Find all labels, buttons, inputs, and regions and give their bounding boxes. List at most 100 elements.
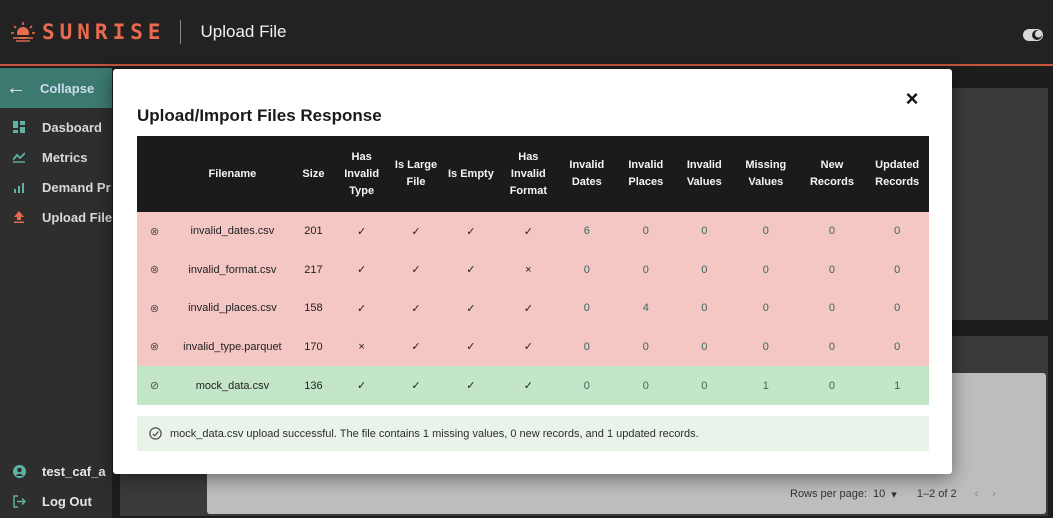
- table-header-row: Filename Size Has Invalid Type Is Large …: [137, 136, 929, 212]
- check-icon: ✓: [442, 212, 500, 251]
- invalid-values-cell: 0: [675, 327, 733, 366]
- size-cell: 136: [292, 366, 334, 405]
- table-row[interactable]: ⊗ invalid_type.parquet 170 × ✓ ✓ ✓ 0 0 0…: [137, 327, 929, 366]
- arrow-left-icon: ←: [6, 76, 26, 99]
- sidebar-item-label: Demand Pr: [42, 179, 111, 195]
- success-message: mock_data.csv upload successful. The fil…: [137, 416, 929, 451]
- dashboard-icon: [12, 120, 26, 134]
- success-status-icon: ⊘: [149, 380, 160, 392]
- missing-values-cell: 0: [732, 212, 799, 251]
- column-header[interactable]: Invalid Values: [675, 136, 733, 212]
- prev-page-icon[interactable]: ‹: [975, 488, 979, 500]
- error-status-icon: ⊗: [149, 302, 160, 315]
- column-header: [137, 136, 172, 212]
- check-icon: ✓: [499, 212, 558, 251]
- pagination: Rows per page: 10 ▾ 1–2 of 2 ‹ ›: [790, 484, 1040, 504]
- updated-records-cell: 0: [865, 212, 929, 251]
- column-header[interactable]: Updated Records: [865, 136, 929, 212]
- table-row[interactable]: ⊗ invalid_format.csv 217 ✓ ✓ ✓ × 0 0 0 0…: [137, 250, 929, 289]
- invalid-dates-cell: 0: [557, 366, 617, 405]
- sidebar-item-label: Dasboard: [42, 119, 102, 135]
- new-records-cell: 0: [798, 327, 866, 366]
- sidebar-item-user[interactable]: test_caf_a: [0, 459, 112, 483]
- invalid-dates-cell: 6: [557, 212, 617, 251]
- upload-response-dialog: Upload/Import Files Response × Filename …: [113, 69, 952, 474]
- column-header[interactable]: Is Large File: [389, 136, 443, 212]
- column-header[interactable]: New Records: [798, 136, 866, 212]
- sidebar-item-metrics[interactable]: Metrics: [0, 145, 112, 169]
- new-records-cell: 0: [798, 366, 866, 405]
- size-cell: 217: [292, 250, 334, 289]
- invalid-values-cell: 0: [675, 366, 733, 405]
- error-status-icon: ⊗: [149, 341, 160, 354]
- sidebar-item-dashboard[interactable]: Dasboard: [0, 115, 112, 139]
- column-header[interactable]: Missing Values: [732, 136, 799, 212]
- collapse-button[interactable]: ← Collapse: [0, 68, 112, 108]
- missing-values-cell: 0: [732, 289, 799, 328]
- updated-records-cell: 0: [865, 327, 929, 366]
- invalid-places-cell: 0: [616, 327, 676, 366]
- check-icon: ✓: [499, 289, 558, 328]
- bar-chart-icon: [12, 180, 26, 194]
- sidebar-item-demand[interactable]: Demand Pr: [0, 175, 112, 199]
- invalid-dates-cell: 0: [557, 250, 617, 289]
- page-title: Upload File: [200, 22, 287, 41]
- error-status-icon: ⊗: [149, 264, 160, 277]
- sidebar-item-label: Upload File: [41, 209, 112, 225]
- invalid-places-cell: 0: [616, 250, 676, 289]
- theme-toggle-icon[interactable]: [1023, 28, 1045, 42]
- check-icon: ✓: [442, 366, 500, 405]
- size-cell: 201: [292, 212, 334, 251]
- close-icon[interactable]: ×: [902, 88, 922, 110]
- success-message-text: mock_data.csv upload successful. The fil…: [170, 427, 699, 440]
- upload-icon: [12, 210, 26, 224]
- cross-icon: ×: [499, 250, 558, 289]
- next-page-icon[interactable]: ›: [992, 488, 996, 500]
- check-icon: ✓: [333, 212, 390, 251]
- pagination-range: 1–2 of 2: [916, 488, 957, 500]
- missing-values-cell: 1: [732, 366, 799, 405]
- filename-cell: invalid_dates.csv: [171, 212, 293, 251]
- user-icon: [12, 464, 26, 478]
- brand-logo[interactable]: SUNRISE: [10, 20, 166, 44]
- new-records-cell: 0: [798, 250, 866, 289]
- brand-name: SUNRISE: [42, 20, 166, 44]
- check-icon: ✓: [389, 250, 443, 289]
- check-circle-icon: [149, 427, 162, 440]
- column-header[interactable]: Is Empty: [442, 136, 500, 212]
- column-header[interactable]: Invalid Dates: [557, 136, 617, 212]
- cross-icon: ×: [333, 327, 390, 366]
- results-table: Filename Size Has Invalid Type Is Large …: [137, 136, 929, 405]
- dialog-title: Upload/Import Files Response: [137, 106, 382, 125]
- filename-cell: invalid_places.csv: [171, 289, 293, 328]
- sidebar-item-logout[interactable]: Log Out: [0, 489, 112, 513]
- table-row[interactable]: ⊗ invalid_dates.csv 201 ✓ ✓ ✓ ✓ 6 0 0 0 …: [137, 212, 929, 251]
- filename-cell: mock_data.csv: [171, 366, 293, 405]
- check-icon: ✓: [389, 289, 443, 328]
- column-header[interactable]: Has Invalid Type: [333, 136, 390, 212]
- sidebar-item-label: Log Out: [42, 493, 92, 509]
- app-header: SUNRISE Upload File: [0, 0, 1053, 66]
- sidebar-item-label: Metrics: [42, 149, 88, 165]
- invalid-places-cell: 4: [616, 289, 676, 328]
- check-icon: ✓: [333, 289, 390, 328]
- updated-records-cell: 0: [865, 250, 929, 289]
- column-header[interactable]: Filename: [171, 136, 293, 212]
- invalid-values-cell: 0: [675, 212, 733, 251]
- new-records-cell: 0: [798, 289, 866, 328]
- rows-per-page-select[interactable]: 10: [873, 488, 885, 500]
- missing-values-cell: 0: [732, 250, 799, 289]
- sidebar-item-upload[interactable]: Upload File: [0, 205, 112, 229]
- check-icon: ✓: [442, 327, 500, 366]
- rows-per-page-label: Rows per page:: [790, 488, 868, 500]
- table-row[interactable]: ⊘ mock_data.csv 136 ✓ ✓ ✓ ✓ 0 0 0 1 0 1: [137, 366, 929, 405]
- header-divider: [179, 20, 181, 44]
- invalid-dates-cell: 0: [557, 327, 617, 366]
- column-header[interactable]: Has Invalid Format: [499, 136, 558, 212]
- collapse-label: Collapse: [40, 80, 95, 96]
- table-row[interactable]: ⊗ invalid_places.csv 158 ✓ ✓ ✓ ✓ 0 4 0 0…: [137, 289, 929, 328]
- chevron-down-icon[interactable]: ▾: [891, 488, 897, 501]
- column-header[interactable]: Size: [292, 136, 334, 212]
- column-header[interactable]: Invalid Places: [616, 136, 676, 212]
- check-icon: ✓: [499, 327, 558, 366]
